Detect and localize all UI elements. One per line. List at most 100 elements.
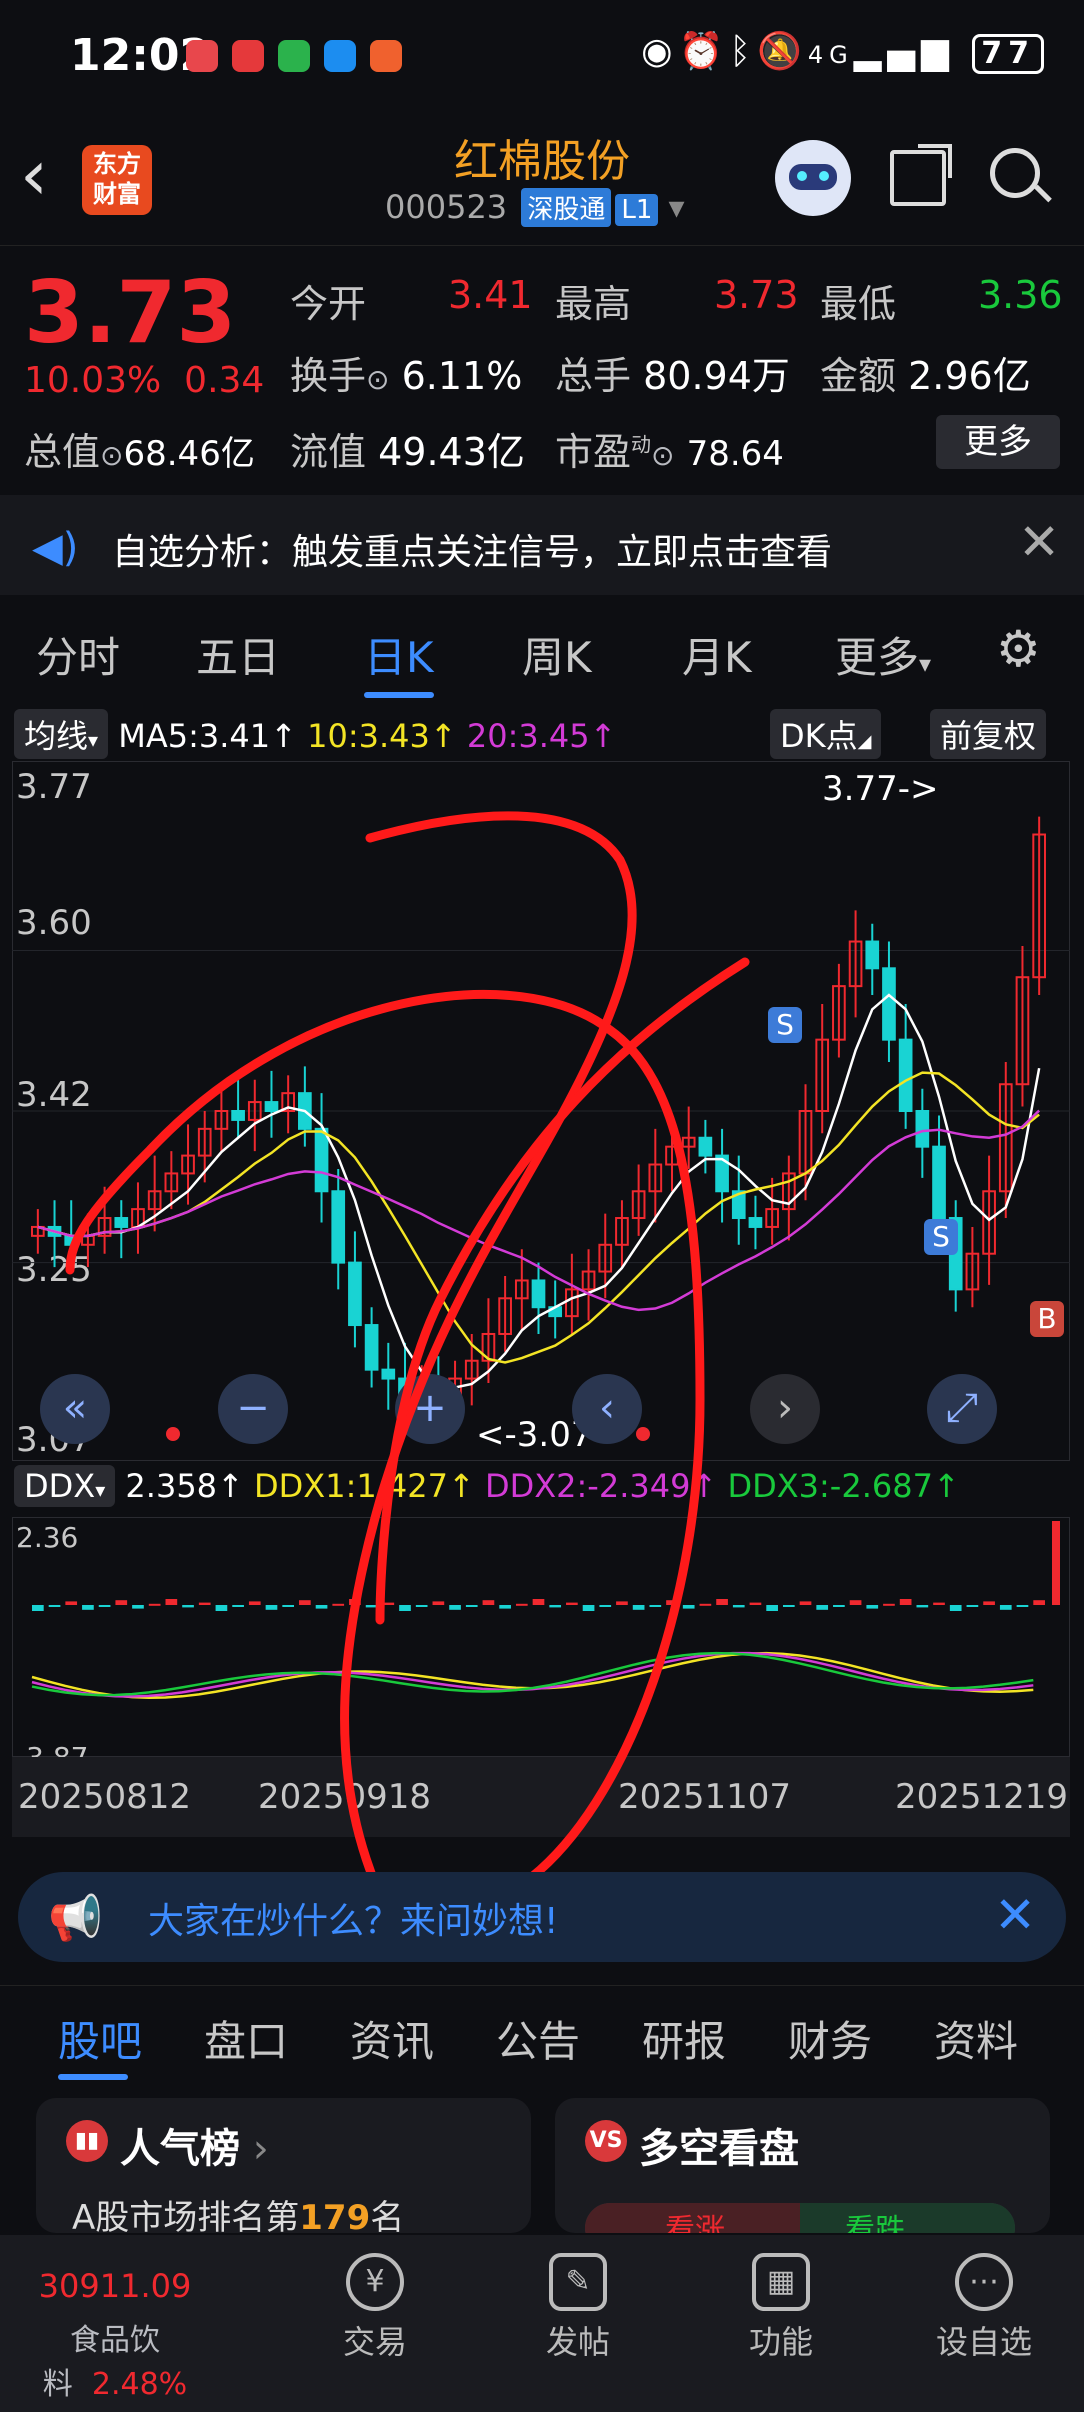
message-icon: [324, 40, 356, 72]
bull-bear-card[interactable]: VS 多空看盘 看涨 看跌: [555, 2098, 1050, 2233]
close-icon[interactable]: ✕: [1018, 513, 1060, 571]
tab-pankou[interactable]: 盘口: [204, 2008, 288, 2069]
scroll-to-start-button[interactable]: «: [40, 1374, 110, 1444]
notice-bar[interactable]: ◀) 自选分析：触发重点关注信号，立即点击查看 ✕: [0, 495, 1084, 595]
ddx-bar: [632, 1605, 645, 1610]
zoom-in-button[interactable]: +: [395, 1374, 465, 1444]
tab-intraday[interactable]: 分时: [36, 624, 120, 685]
sector-index[interactable]: 30911.09 食品饮料 2.48%: [0, 2235, 230, 2403]
ddx-bar: [666, 1600, 678, 1605]
ddx-axis-label: 2.36: [16, 1521, 79, 1554]
bear-button[interactable]: 看跌: [845, 2205, 905, 2233]
stock-code: 000523: [385, 188, 508, 226]
close-icon[interactable]: ✕: [994, 1886, 1036, 1944]
ddx-bar: [732, 1605, 745, 1608]
dropdown-icon: ▾: [919, 650, 932, 678]
ddx-bar: [399, 1605, 411, 1611]
share-icon[interactable]: [890, 144, 952, 206]
ddx-bar: [582, 1605, 595, 1611]
scroll-right-button[interactable]: ›: [750, 1374, 820, 1444]
ddx-bar: [1033, 1600, 1045, 1605]
notice-text[interactable]: 自选分析：触发重点关注信号，立即点击查看: [112, 523, 832, 575]
chat-banner-text[interactable]: 大家在炒什么？来问妙想!: [148, 1892, 558, 1944]
ma10-value: 10:3.43↑: [307, 717, 457, 755]
ddx-bar: [849, 1600, 862, 1605]
app-notification-icon: [370, 40, 402, 72]
settings-gear-icon[interactable]: ⚙: [996, 620, 1041, 678]
ddx-bar: [382, 1602, 395, 1605]
kline-chart-area[interactable]: 均线▾ MA5:3.41↑ 10:3.43↑ 20:3.45↑ DK点◢ 前复权…: [0, 705, 1084, 1855]
nav-add-watchlist[interactable]: ⋯ 设自选: [884, 2235, 1084, 2363]
candle: [381, 1368, 396, 1380]
tab-guba[interactable]: 股吧: [58, 2008, 142, 2069]
dk-button[interactable]: DK点◢: [770, 709, 882, 759]
bluetooth-icon: ᛒ: [729, 31, 758, 72]
tab-five-day[interactable]: 五日: [196, 624, 280, 685]
ddx-bar: [449, 1605, 461, 1610]
buy-signal-marker[interactable]: B: [1030, 1301, 1064, 1337]
tab-monthly-k[interactable]: 月K: [682, 624, 752, 685]
ai-chat-banner[interactable]: 📢 大家在炒什么？来问妙想! ✕: [18, 1872, 1066, 1962]
ma-selector[interactable]: 均线▾: [14, 709, 109, 759]
ddx-bar: [232, 1605, 244, 1607]
pe-stat: 市盈动⊙ 78.64: [555, 430, 784, 474]
ddx-bar: [98, 1605, 111, 1607]
assistant-robot-icon[interactable]: [775, 140, 851, 216]
search-icon[interactable]: [990, 148, 1052, 203]
info-icon: ⊙: [100, 439, 124, 472]
level-tag: L1: [615, 194, 659, 226]
nav-post[interactable]: ✎ 发帖: [478, 2235, 678, 2363]
ddx-bar: [248, 1601, 261, 1605]
ranking-icon: ▮▮: [66, 2120, 108, 2162]
ddx-bar: [649, 1605, 662, 1607]
bull-button[interactable]: 看涨: [665, 2205, 725, 2233]
period-tabs: 分时 五日 日K 周K 月K 更多▾ ⚙: [0, 600, 1084, 700]
nav-trade[interactable]: ¥ 交易: [275, 2235, 475, 2363]
vs-icon: VS: [585, 2120, 627, 2162]
tab-weekly-k[interactable]: 周K: [522, 624, 592, 685]
status-bar: 12:02 ◉⏰ᛒ🔕4G▂▄▆ 77: [0, 0, 1084, 110]
tab-finance[interactable]: 财务: [788, 2008, 872, 2069]
alarm-icon: ⏰: [678, 31, 730, 72]
ddx-bar: [282, 1605, 295, 1607]
dropdown-icon: ▾: [668, 188, 685, 226]
ddx-bar: [833, 1605, 845, 1607]
mute-icon: 🔕: [757, 31, 808, 72]
scroll-left-button[interactable]: ‹: [572, 1374, 642, 1444]
nav-functions[interactable]: ▦ 功能: [681, 2235, 881, 2363]
tab-research[interactable]: 研报: [642, 2008, 726, 2069]
low-value: 3.36: [978, 273, 1063, 317]
ddx-bar: [1016, 1605, 1029, 1607]
more-stats-button[interactable]: 更多: [936, 415, 1060, 469]
fullscreen-icon[interactable]: ⤢: [927, 1374, 997, 1444]
stock-header: ‹ 东方财富 红棉股份 000523 深股通 L1 ▾: [0, 110, 1084, 246]
zoom-out-button[interactable]: −: [218, 1374, 288, 1444]
tab-profile[interactable]: 资料: [934, 2008, 1018, 2069]
sell-signal-marker[interactable]: S: [768, 1007, 802, 1043]
candle: [915, 1110, 930, 1148]
adjust-button[interactable]: 前复权: [930, 709, 1047, 759]
ddx-selector[interactable]: DDX▾: [14, 1465, 116, 1507]
ddx-bar: [899, 1599, 912, 1605]
date-label: 20251219: [895, 1777, 1069, 1817]
marker-dot: [166, 1427, 180, 1441]
ddx-bar: [198, 1602, 211, 1605]
ddx-bar: [532, 1599, 545, 1605]
tab-daily-k[interactable]: 日K: [364, 624, 434, 685]
open-value: 3.41: [448, 273, 533, 317]
battery-indicator: 77: [972, 34, 1044, 74]
tab-announcements[interactable]: 公告: [496, 2008, 580, 2069]
high-annotation: 3.77->: [822, 769, 939, 809]
current-price: 3.73: [24, 263, 237, 363]
popularity-rank: A股市场排名第179名: [72, 2198, 405, 2233]
high-value: 3.73: [714, 273, 799, 317]
price-change: 10.03% 0.34: [24, 360, 265, 401]
more-dots-icon: ⋯: [955, 2253, 1013, 2311]
popularity-card[interactable]: ▮▮ 人气榜 › A股市场排名第179名: [36, 2098, 531, 2233]
tab-more[interactable]: 更多▾: [835, 624, 931, 685]
index-value: 30911.09: [38, 2267, 192, 2305]
ddx-bar: [1052, 1521, 1060, 1605]
sell-signal-marker[interactable]: S: [924, 1219, 958, 1255]
ddx-bar: [82, 1605, 94, 1610]
tab-news[interactable]: 资讯: [350, 2008, 434, 2069]
